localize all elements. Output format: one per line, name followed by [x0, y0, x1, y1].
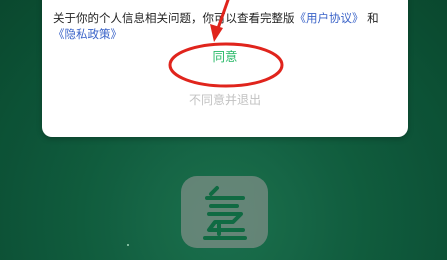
app-logo-icon [181, 176, 268, 248]
privacy-policy-link[interactable]: 《隐私政策》 [53, 27, 122, 41]
privacy-consent-text: 关于你的个人信息相关问题，你可以查看完整版《用户协议》 和《隐私政策》 [53, 10, 401, 42]
privacy-consent-dialog: 关于你的个人信息相关问题，你可以查看完整版《用户协议》 和《隐私政策》 同意 不… [42, 0, 408, 137]
user-agreement-link[interactable]: 《用户协议》 [295, 11, 364, 25]
agree-button[interactable]: 同意 [175, 43, 275, 67]
disagree-exit-button[interactable]: 不同意并退出 [175, 88, 275, 110]
consent-text-prefix: 关于你的个人信息相关问题，你可以查看完整版 [53, 11, 295, 25]
consent-text-conjunction: 和 [363, 11, 379, 25]
decorative-dot [127, 244, 129, 246]
